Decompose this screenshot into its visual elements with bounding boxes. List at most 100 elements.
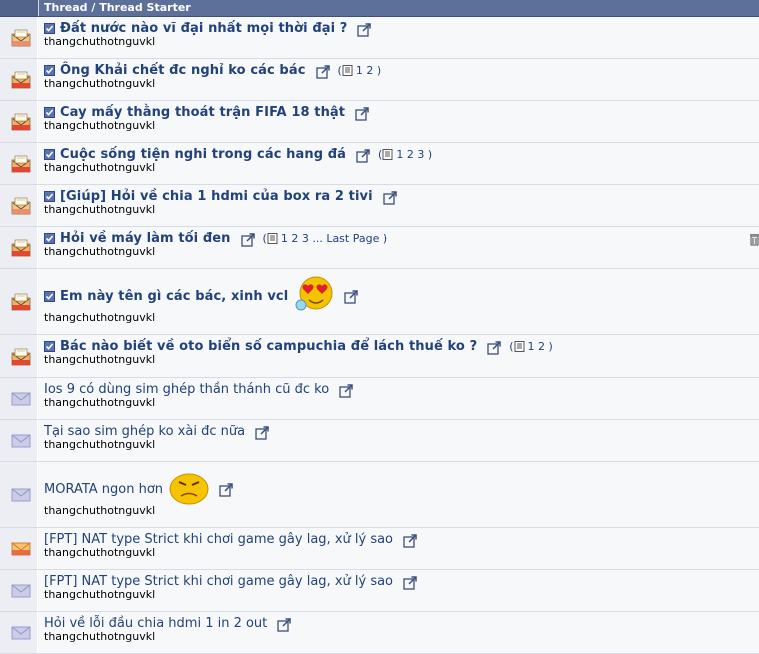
header-icon-column [0, 0, 39, 16]
thread-title-link[interactable]: Hỏi về lỗi đầu chia hdmi 1 in 2 out [44, 616, 267, 631]
thread-starter[interactable]: thangchuthotnguvkl [44, 631, 759, 643]
page-links-text[interactable]: 1 2 3 [396, 148, 424, 161]
page-links-text[interactable]: 1 2 [528, 340, 546, 353]
multipage-icon [514, 341, 528, 352]
thread-starter[interactable]: thangchuthotnguvkl [44, 589, 759, 601]
thread-title-link[interactable]: Ios 9 có dùng sim ghép thần thánh cũ đc … [44, 382, 329, 397]
paren-close: ) [373, 64, 382, 77]
open-new-window-icon[interactable] [315, 64, 330, 79]
thread-title-link[interactable]: Hỏi về máy làm tối đen [60, 231, 231, 246]
thread-row: Cay mấy thằng thoát trận FIFA 18 thật tha… [0, 101, 759, 143]
thread-title-line: Tại sao sim ghép ko xài đc nữa [44, 420, 759, 440]
thread-title-line: [Giúp] Hỏi về chia 1 hdmi của box ra 2 t… [44, 185, 759, 205]
page-links[interactable]: (1 2 3 ... Last Page ) [263, 232, 388, 245]
open-new-window-icon[interactable] [487, 340, 501, 355]
thread-title-line: Ông Khải chết đc nghỉ ko các bác (1 2 ) [44, 59, 759, 79]
thread-info-cell: Ông Khải chết đc nghỉ ko các bác (1 2 ) th… [38, 59, 759, 100]
thread-row: Bác nào biết về oto biển số campuchia để… [0, 335, 759, 378]
thread-starter[interactable]: thangchuthotnguvkl [44, 354, 759, 366]
thread-row: Em này tên gì các bác, xinh vcl thangchu… [0, 269, 759, 335]
thread-info-cell: [Giúp] Hỏi về chia 1 hdmi của box ra 2 t… [38, 185, 759, 226]
thread-starter[interactable]: thangchuthotnguvkl [44, 246, 759, 258]
thread-title-link[interactable]: MORATA ngon hơn [44, 482, 163, 497]
thread-title-link[interactable]: Ông Khải chết đc nghỉ ko các bác [60, 63, 306, 78]
thread-status-cell [0, 528, 38, 569]
open-new-window-icon[interactable] [219, 482, 233, 497]
love-smiley-icon [294, 276, 334, 316]
thread-title-link[interactable]: Tại sao sim ghép ko xài đc nữa [44, 424, 245, 439]
thread-starter[interactable]: thangchuthotnguvkl [44, 36, 759, 48]
checkmark-icon [44, 233, 60, 244]
thread-row: Đất nước nào vĩ đại nhất mọi thời đại ? t… [0, 17, 759, 59]
checkmark-icon [44, 65, 60, 76]
thread-title-link[interactable]: Cay mấy thằng thoát trận FIFA 18 thật [60, 105, 345, 120]
open-new-window-icon[interactable] [344, 289, 359, 304]
thread-starter[interactable]: thangchuthotnguvkl [44, 397, 759, 409]
thread-info-cell: Cuộc sống tiện nghi trong các hang đá (1 … [38, 143, 759, 184]
thread-info-cell: Hỏi về máy làm tối đen (1 2 3 ... Last Pa… [38, 227, 759, 268]
open-new-window-icon[interactable] [277, 617, 292, 632]
thread-starter[interactable]: thangchuthotnguvkl [44, 505, 759, 517]
thread-status-cell [0, 227, 38, 268]
open-new-window-icon[interactable] [403, 533, 417, 548]
open-new-window-icon[interactable] [403, 575, 417, 590]
thread-starter[interactable]: thangchuthotnguvkl [44, 78, 759, 90]
thread-starter[interactable]: thangchuthotnguvkl [44, 120, 759, 132]
page-links[interactable]: (1 2 3 ) [378, 148, 432, 161]
thread-row: [FPT] NAT type Strict khi chơi game gây … [0, 528, 759, 570]
multipage-icon [267, 233, 281, 244]
header-title[interactable]: Thread / Thread Starter [39, 0, 191, 16]
thread-info-cell: [FPT] NAT type Strict khi chơi game gây … [38, 570, 759, 611]
thread-title-link[interactable]: [FPT] NAT type Strict khi chơi game gây … [44, 574, 393, 589]
thread-starter[interactable]: thangchuthotnguvkl [44, 312, 759, 324]
checkmark-icon [44, 191, 60, 202]
thread-title-link[interactable]: Đất nước nào vĩ đại nhất mọi thời đại ? [60, 21, 347, 36]
thread-row: [Giúp] Hỏi về chia 1 hdmi của box ra 2 t… [0, 185, 759, 227]
page-links-text[interactable]: 1 2 3 ... Last Page [281, 232, 380, 245]
open-new-window-icon[interactable] [255, 425, 269, 440]
thread-title-line: Hỏi về máy làm tối đen (1 2 3 ... Last Pa… [44, 227, 759, 247]
paren-close: ) [424, 148, 433, 161]
thread-title-link[interactable]: [Giúp] Hỏi về chia 1 hdmi của box ra 2 t… [60, 189, 373, 204]
thread-info-cell: Cay mấy thằng thoát trận FIFA 18 thật tha… [38, 101, 759, 142]
angry-smiley-icon [169, 469, 209, 509]
thread-row: MORATA ngon hơn thangchuthotnguvkl [0, 462, 759, 528]
thread-title-line: Ios 9 có dùng sim ghép thần thánh cũ đc … [44, 378, 759, 398]
thread-row: Hỏi về lỗi đầu chia hdmi 1 in 2 out thang… [0, 612, 759, 654]
page-links-text[interactable]: 1 2 [356, 64, 374, 77]
open-new-window-icon[interactable] [356, 148, 370, 163]
thread-row: Cuộc sống tiện nghi trong các hang đá (1 … [0, 143, 759, 185]
thread-title-line: [FPT] NAT type Strict khi chơi game gây … [44, 570, 759, 590]
thread-title-link[interactable]: Cuộc sống tiện nghi trong các hang đá [60, 147, 346, 162]
thread-title-link[interactable]: Bác nào biết về oto biển số campuchia để… [60, 339, 477, 354]
thread-list: Đất nước nào vĩ đại nhất mọi thời đại ? t… [0, 17, 759, 654]
thread-info-cell: Tại sao sim ghép ko xài đc nữa thangchuth… [38, 420, 759, 461]
thread-status-cell [0, 570, 38, 611]
thread-info-cell: Đất nước nào vĩ đại nhất mọi thời đại ? t… [38, 17, 759, 58]
thread-starter[interactable]: thangchuthotnguvkl [44, 204, 759, 216]
thread-starter[interactable]: thangchuthotnguvkl [44, 547, 759, 559]
thread-row: Ông Khải chết đc nghỉ ko các bác (1 2 ) th… [0, 59, 759, 101]
open-new-window-icon[interactable] [240, 232, 255, 247]
thread-status-cell [0, 143, 38, 184]
page-links[interactable]: (1 2 ) [509, 340, 553, 353]
open-new-window-icon[interactable] [383, 190, 397, 205]
thread-status-cell [0, 612, 38, 653]
trash-icon[interactable] [750, 231, 759, 250]
thread-title-link[interactable]: [FPT] NAT type Strict khi chơi game gây … [44, 532, 393, 547]
checkmark-icon [44, 23, 60, 34]
thread-title-line: MORATA ngon hơn [44, 462, 759, 509]
open-new-window-icon[interactable] [355, 106, 369, 121]
thread-starter[interactable]: thangchuthotnguvkl [44, 162, 759, 174]
thread-row: Tại sao sim ghép ko xài đc nữa thangchuth… [0, 420, 759, 462]
paren-close: ) [545, 340, 553, 353]
open-new-window-icon[interactable] [339, 383, 353, 398]
checkmark-icon [44, 290, 60, 302]
page-links[interactable]: (1 2 ) [338, 64, 382, 77]
thread-starter[interactable]: thangchuthotnguvkl [44, 439, 759, 451]
open-new-window-icon[interactable] [357, 22, 372, 37]
paren-close: ) [379, 232, 388, 245]
thread-row: Hỏi về máy làm tối đen (1 2 3 ... Last Pa… [0, 227, 759, 269]
thread-title-link[interactable]: Em này tên gì các bác, xinh vcl [60, 289, 288, 304]
thread-status-cell [0, 185, 38, 226]
